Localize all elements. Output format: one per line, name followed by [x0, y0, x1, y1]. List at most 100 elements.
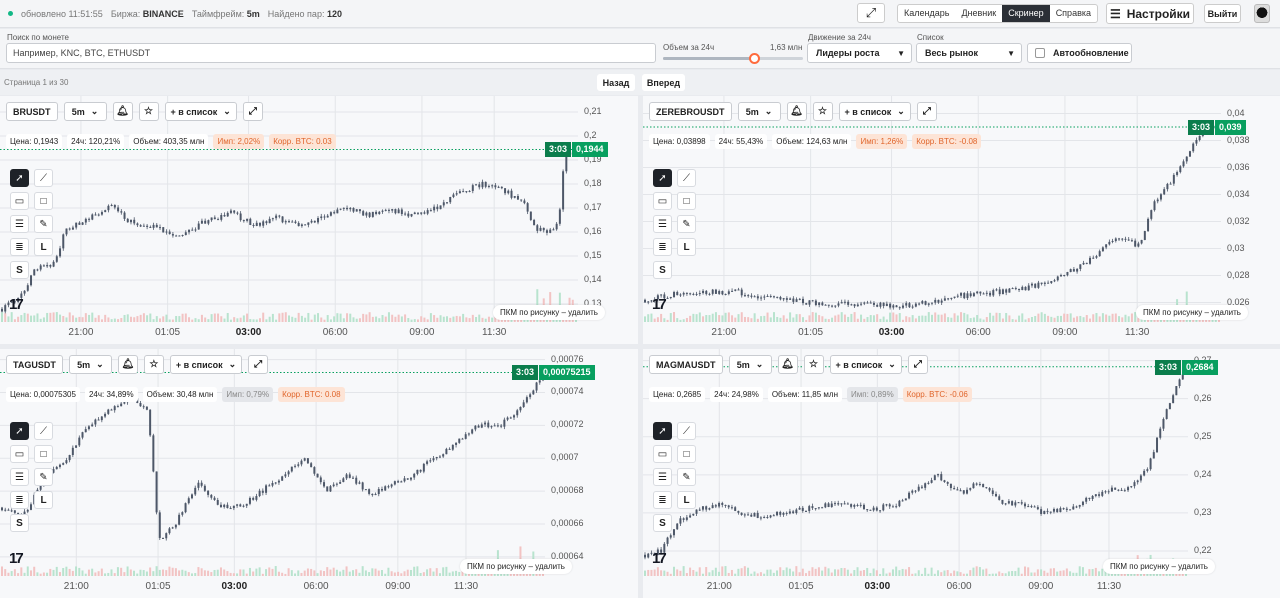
lines-tool[interactable]: ☰ [10, 215, 29, 233]
volume-bar [872, 568, 875, 576]
avatar[interactable] [1254, 4, 1270, 23]
lines-tool[interactable]: ☰ [653, 215, 672, 233]
volume-slider-thumb[interactable] [749, 53, 760, 64]
s-tool[interactable]: S [10, 514, 29, 532]
text-align-tool[interactable]: ≣ [653, 491, 672, 509]
timeframe-value: 5m [77, 359, 91, 370]
favorite-button[interactable]: ☆ [803, 355, 824, 374]
x-tick-label: 03:00 [878, 327, 905, 338]
candle-body [792, 298, 795, 302]
lines-tool[interactable]: ☰ [10, 468, 29, 486]
candle-body [914, 303, 917, 307]
line-tool[interactable]: ⟋ [677, 169, 696, 187]
favorite-button[interactable]: ☆ [138, 102, 159, 121]
line-tool[interactable]: ⟋ [34, 169, 53, 187]
volume-bar [265, 319, 268, 322]
settings-button[interactable]: ☰ Настройки [1106, 3, 1194, 24]
timeframe-select[interactable]: 5m ⌄ [68, 355, 112, 374]
calendar-tool[interactable]: ▭ [10, 192, 29, 210]
movement-select[interactable]: Лидеры роста ▼ [807, 43, 912, 63]
text-align-tool[interactable]: ≣ [10, 491, 29, 509]
calendar-tool[interactable]: ▭ [10, 445, 29, 463]
symbol-button[interactable]: ZEREBROUSDT [649, 102, 732, 121]
l-tool[interactable]: L [34, 238, 53, 256]
expand-button[interactable]: ⤢ [242, 102, 263, 121]
pencil-tool[interactable]: ✎ [677, 215, 696, 233]
back-button[interactable]: Назад [597, 74, 635, 91]
forward-button[interactable]: Вперед [642, 74, 685, 91]
x-tick-label: 06:00 [322, 327, 348, 338]
list-select[interactable]: Весь рынок ▼ [916, 43, 1022, 63]
expand-button[interactable]: ⤢ [248, 355, 269, 374]
volume-bar [471, 314, 474, 322]
symbol-button[interactable]: MAGMAUSDT [649, 355, 723, 374]
alert-button[interactable]: 🔔︎ [786, 102, 807, 121]
volume-slider-track[interactable] [663, 57, 803, 60]
fullscreen-button[interactable]: ⤢ [857, 3, 885, 23]
cursor-tool[interactable]: ➚ [10, 422, 29, 440]
calendar-tool[interactable]: ▭ [653, 445, 672, 463]
line-tool[interactable]: ⟋ [34, 422, 53, 440]
add-to-list-select[interactable]: + в список ⌄ [164, 102, 237, 121]
volume-bar [384, 573, 387, 576]
candle-body [371, 211, 374, 217]
candle-body [927, 482, 930, 484]
candle-body [445, 448, 448, 455]
pencil-tool[interactable]: ✎ [34, 215, 53, 233]
expand-button[interactable]: ⤢ [907, 355, 928, 374]
alert-button[interactable]: 🔔︎ [777, 355, 798, 374]
symbol-button[interactable]: TAGUSDT [6, 355, 63, 374]
rectangle-tool[interactable]: □ [677, 192, 696, 210]
l-tool[interactable]: L [34, 491, 53, 509]
alert-button[interactable]: 🔔︎ [112, 102, 133, 121]
add-to-list-select[interactable]: + в список ⌄ [169, 355, 243, 374]
symbol-button[interactable]: BRUSDT [6, 102, 58, 121]
volume-bar [644, 316, 646, 322]
search-input[interactable] [6, 43, 656, 63]
rectangle-tool[interactable]: □ [677, 445, 696, 463]
rectangle-tool[interactable]: □ [34, 445, 53, 463]
tab-help[interactable]: Справка [1050, 5, 1097, 22]
candle-body [42, 265, 45, 267]
l-tool[interactable]: L [677, 491, 696, 509]
line-tool[interactable]: ⟋ [677, 422, 696, 440]
candle-body [708, 293, 711, 295]
s-tool[interactable]: S [10, 261, 29, 279]
cursor-tool[interactable]: ➚ [653, 422, 672, 440]
text-align-tool[interactable]: ≣ [653, 238, 672, 256]
candle-body [394, 209, 397, 214]
volume-bar [650, 569, 653, 576]
favorite-button[interactable]: ☆ [812, 102, 833, 121]
favorite-button[interactable]: ☆ [143, 355, 164, 374]
add-to-list-select[interactable]: + в список ⌄ [838, 102, 911, 121]
expand-button[interactable]: ⤢ [916, 102, 937, 121]
timeframe-select[interactable]: 5m ⌄ [728, 355, 772, 374]
lines-tool[interactable]: ☰ [653, 468, 672, 486]
cursor-tool[interactable]: ➚ [10, 169, 29, 187]
tab-calendar[interactable]: Календарь [898, 5, 955, 22]
alert-button[interactable]: 🔔︎ [117, 355, 138, 374]
autoupdate-toggle[interactable]: Автообновление [1027, 43, 1132, 63]
pencil-tool[interactable]: ✎ [34, 468, 53, 486]
s-tool[interactable]: S [653, 514, 672, 532]
text-align-tool[interactable]: ≣ [10, 238, 29, 256]
candle-body [1014, 502, 1017, 506]
pencil-tool[interactable]: ✎ [677, 468, 696, 486]
symbol-name: BRUSDT [13, 106, 51, 117]
volume-bar [352, 317, 355, 322]
timeframe-select[interactable]: 5m ⌄ [737, 102, 781, 121]
calendar-tool[interactable]: ▭ [653, 192, 672, 210]
l-tool[interactable]: L [677, 238, 696, 256]
lines-icon: ☰ [658, 218, 667, 230]
cursor-tool[interactable]: ➚ [653, 169, 672, 187]
add-to-list-select[interactable]: + в список ⌄ [829, 355, 902, 374]
s-tool[interactable]: S [653, 261, 672, 279]
autoupdate-checkbox[interactable] [1035, 48, 1045, 58]
tab-screener[interactable]: Скринер [1002, 5, 1050, 22]
tab-journal[interactable]: Дневник [955, 5, 1002, 22]
volume-bar [647, 569, 650, 576]
timeframe-select[interactable]: 5m ⌄ [63, 102, 107, 121]
logout-button[interactable]: Выйти [1204, 4, 1241, 23]
rectangle-tool[interactable]: □ [34, 192, 53, 210]
volume-bar [71, 570, 74, 576]
